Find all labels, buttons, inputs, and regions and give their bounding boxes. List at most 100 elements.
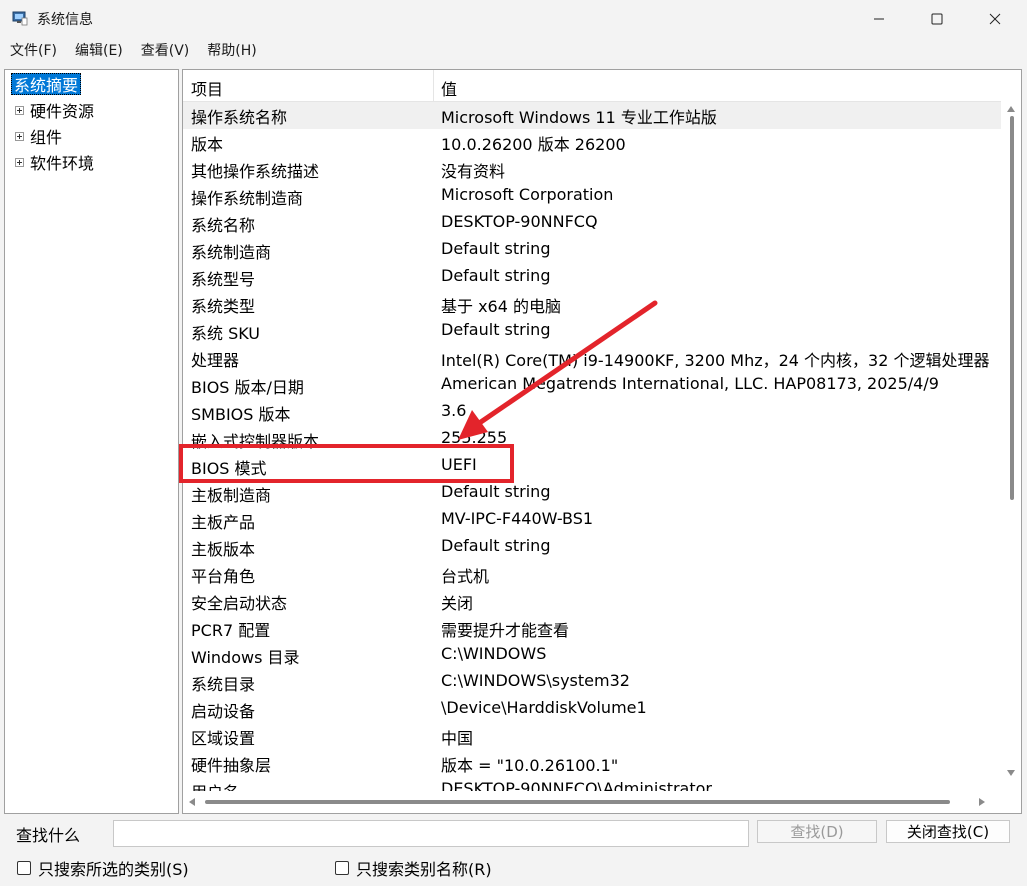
table-row[interactable]: Windows 目录 C:\WINDOWS — [183, 642, 1001, 669]
row-item-name: 操作系统制造商 — [191, 189, 304, 208]
checkbox[interactable] — [335, 861, 349, 875]
table-row[interactable]: 主板产品 MV-IPC-F440W-BS1 — [183, 507, 1001, 534]
row-item-name: Windows 目录 — [191, 648, 300, 667]
column-header-item[interactable]: 项目 — [191, 76, 223, 100]
row-item-value: Microsoft Corporation — [441, 185, 614, 204]
row-item-name: 系统名称 — [191, 216, 256, 235]
table-row[interactable]: BIOS 版本/日期 American Megatrends Internatio… — [183, 372, 1001, 399]
row-item-value: American Megatrends International, LLC. … — [441, 374, 939, 393]
row-item-value: MV-IPC-F440W-BS1 — [441, 509, 594, 528]
column-header-value[interactable]: 值 — [441, 76, 457, 100]
menu-file[interactable]: 文件(F) — [10, 40, 57, 60]
row-item-value: Microsoft Windows 11 专业工作站版 — [441, 108, 717, 127]
close-find-button[interactable]: 关闭查找(C) — [886, 820, 1010, 843]
row-item-name: 处理器 — [191, 351, 240, 370]
checkbox-label: 只搜索类别名称(R) — [356, 860, 492, 879]
row-item-name: 主板版本 — [191, 540, 256, 559]
table-row[interactable]: 其他操作系统描述 没有资料 — [183, 156, 1001, 183]
table-row[interactable]: 系统制造商 Default string — [183, 237, 1001, 264]
expand-icon[interactable] — [15, 105, 24, 115]
table-row[interactable]: 启动设备 \Device\HarddiskVolume1 — [183, 696, 1001, 723]
minimize-icon — [874, 18, 884, 20]
close-icon — [989, 13, 1001, 25]
row-item-name: BIOS 版本/日期 — [191, 378, 304, 397]
row-item-name: 主板制造商 — [191, 486, 272, 505]
row-item-name: 安全启动状态 — [191, 594, 288, 613]
row-item-value: 基于 x64 的电脑 — [441, 297, 562, 316]
table-row[interactable]: 用户名DESKTOP-90NNFCQ\Administrator — [183, 777, 1001, 792]
menu-edit[interactable]: 编辑(E) — [75, 40, 123, 60]
expand-icon[interactable] — [15, 157, 24, 167]
table-row[interactable]: 系统型号 Default string — [183, 264, 1001, 291]
row-item-name: 其他操作系统描述 — [191, 162, 320, 181]
row-item-name: PCR7 配置 — [191, 621, 271, 640]
vertical-scroll-thumb[interactable] — [1010, 116, 1014, 500]
checkbox[interactable] — [17, 861, 31, 875]
category-tree: 系统摘要 硬件资源 组件 软件环境 — [4, 69, 179, 814]
find-input[interactable] — [113, 820, 749, 847]
vertical-scrollbar[interactable] — [1001, 70, 1021, 792]
menu-view[interactable]: 查看(V) — [141, 40, 190, 60]
table-row[interactable]: 硬件抽象层 版本 = "10.0.26100.1" — [183, 750, 1001, 777]
table-row[interactable]: 平台角色 台式机 — [183, 561, 1001, 588]
expand-icon[interactable] — [15, 131, 24, 141]
table-row[interactable]: SMBIOS 版本 3.6 — [183, 399, 1001, 426]
table-row[interactable]: 系统 SKU Default string — [183, 318, 1001, 345]
row-item-value: 10.0.26200 版本 26200 — [441, 135, 626, 154]
window-title: 系统信息 — [37, 12, 93, 28]
row-item-name: 启动设备 — [191, 702, 256, 721]
row-item-name: 系统 SKU — [191, 324, 261, 343]
table-row[interactable]: PCR7 配置 需要提升才能查看 — [183, 615, 1001, 642]
search-selected-category-option[interactable]: 只搜索所选的类别(S) — [17, 856, 189, 880]
table-row[interactable]: 安全启动状态 关闭 — [183, 588, 1001, 615]
row-item-name: 硬件抽象层 — [191, 756, 272, 775]
search-category-names-option[interactable]: 只搜索类别名称(R) — [335, 856, 492, 880]
table-row[interactable]: 主板版本 Default string — [183, 534, 1001, 561]
maximize-button[interactable] — [908, 0, 966, 38]
row-item-name: 系统制造商 — [191, 243, 272, 262]
horizontal-scrollbar[interactable] — [183, 791, 1021, 813]
close-button[interactable] — [966, 0, 1024, 38]
tree-item-components[interactable]: 组件 — [15, 125, 62, 147]
row-item-value: C:\WINDOWS — [441, 644, 547, 663]
row-item-name: 区域设置 — [191, 729, 256, 748]
tree-item-system-summary[interactable]: 系统摘要 — [11, 73, 82, 95]
find-button[interactable]: 查找(D) — [757, 820, 877, 843]
table-row[interactable]: 操作系统制造商 Microsoft Corporation — [183, 183, 1001, 210]
menu-help[interactable]: 帮助(H) — [207, 40, 256, 60]
find-label: 查找什么 — [16, 826, 81, 845]
row-item-value: Intel(R) Core(TM) i9-14900KF, 3200 Mhz，2… — [441, 351, 990, 370]
row-item-value: Default string — [441, 536, 551, 555]
tree-item-label: 系统摘要 — [14, 76, 79, 95]
table-row[interactable]: 系统名称 DESKTOP-90NNFCQ — [183, 210, 1001, 237]
table-row[interactable]: 区域设置 中国 — [183, 723, 1001, 750]
tree-item-label: 硬件资源 — [30, 102, 95, 121]
scroll-left-icon[interactable] — [189, 798, 195, 806]
row-item-value: 中国 — [441, 729, 474, 748]
table-row[interactable]: 版本 10.0.26200 版本 26200 — [183, 129, 1001, 156]
table-row[interactable]: 操作系统名称 Microsoft Windows 11 专业工作站版 — [183, 102, 1001, 129]
system-info-icon — [12, 11, 28, 26]
scroll-right-icon[interactable] — [979, 798, 985, 806]
row-item-name: 系统型号 — [191, 270, 256, 289]
column-divider[interactable] — [433, 70, 434, 102]
row-item-value: 版本 = "10.0.26100.1" — [441, 756, 619, 775]
row-item-name: 操作系统名称 — [191, 108, 288, 127]
minimize-button[interactable] — [850, 0, 908, 38]
row-item-value: 没有资料 — [441, 162, 506, 181]
table-row[interactable]: 系统类型 基于 x64 的电脑 — [183, 291, 1001, 318]
tree-item-software[interactable]: 软件环境 — [15, 151, 94, 173]
horizontal-scroll-thumb[interactable] — [205, 800, 950, 804]
row-item-value: Default string — [441, 266, 551, 285]
maximize-icon — [931, 13, 943, 25]
row-item-name: 系统类型 — [191, 297, 256, 316]
row-item-name: SMBIOS 版本 — [191, 405, 291, 424]
tree-item-hardware[interactable]: 硬件资源 — [15, 99, 94, 121]
scroll-up-icon[interactable] — [1007, 106, 1015, 112]
scroll-down-icon[interactable] — [1007, 770, 1015, 776]
row-item-value: Default string — [441, 239, 551, 258]
table-row[interactable]: 主板制造商 Default string — [183, 480, 1001, 507]
table-row[interactable]: 系统目录 C:\WINDOWS\system32 — [183, 669, 1001, 696]
row-item-value: 关闭 — [441, 594, 474, 613]
table-row[interactable]: 处理器 Intel(R) Core(TM) i9-14900KF, 3200 Mh… — [183, 345, 1001, 372]
